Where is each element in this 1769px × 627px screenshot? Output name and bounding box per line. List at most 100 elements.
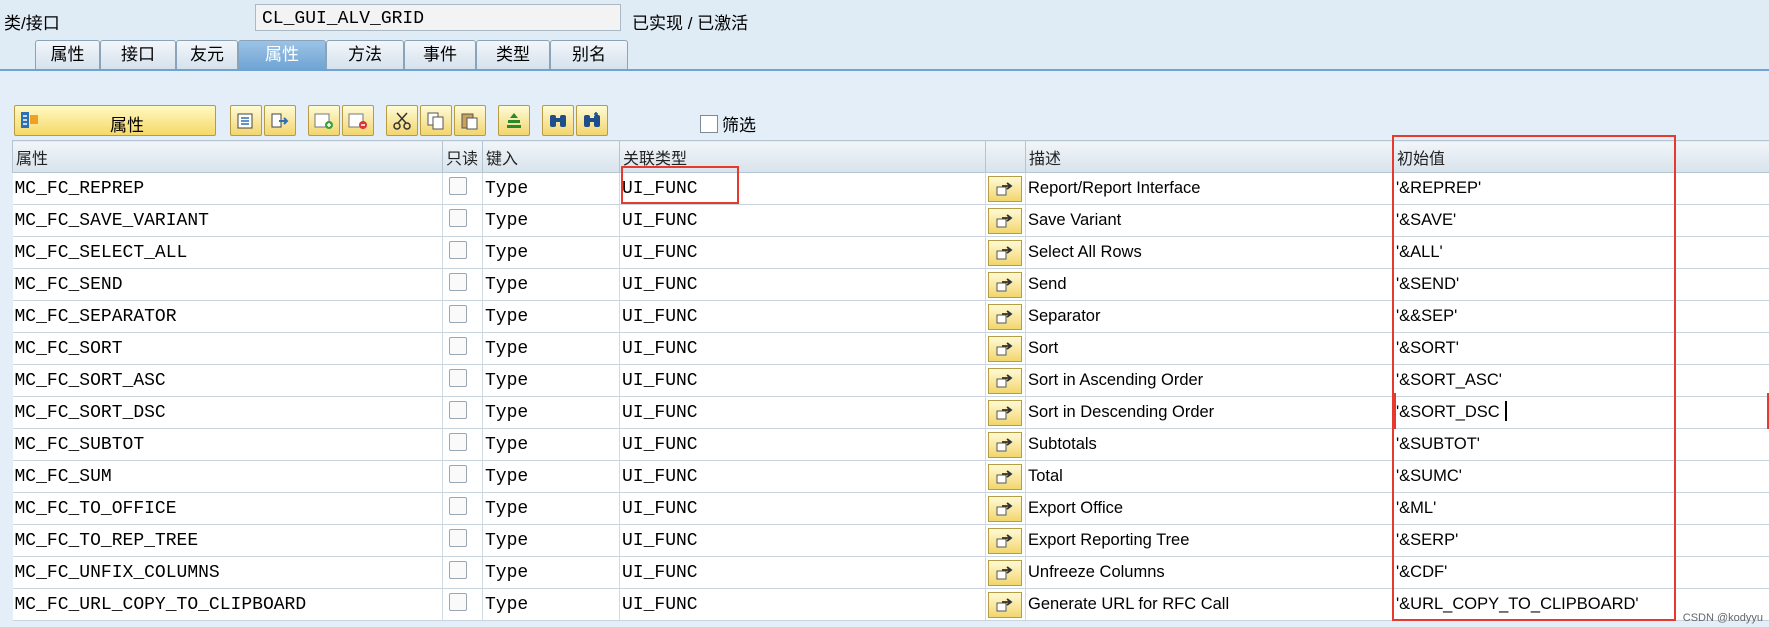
description-cell[interactable]: Send bbox=[1025, 268, 1394, 301]
readonly-checkbox[interactable] bbox=[449, 433, 467, 451]
attribute-name-cell[interactable]: MC_FC_TO_REP_TREE bbox=[12, 524, 443, 557]
paste-button[interactable] bbox=[454, 105, 486, 136]
delete-row-button[interactable] bbox=[342, 105, 374, 136]
attribute-name-cell[interactable]: MC_FC_SELECT_ALL bbox=[12, 236, 443, 269]
navigate-arrow-button[interactable] bbox=[988, 207, 1022, 234]
readonly-cell[interactable] bbox=[442, 332, 483, 365]
readonly-checkbox[interactable] bbox=[449, 305, 467, 323]
associated-type-cell[interactable]: UI_FUNC bbox=[619, 524, 986, 557]
typing-cell[interactable]: Type bbox=[482, 588, 620, 621]
typing-cell[interactable]: Type bbox=[482, 300, 620, 333]
find-next-button[interactable] bbox=[576, 105, 608, 136]
typing-cell[interactable]: Type bbox=[482, 204, 620, 237]
description-cell[interactable]: Sort bbox=[1025, 332, 1394, 365]
attribute-name-cell[interactable]: MC_FC_SORT_DSC bbox=[12, 396, 443, 429]
associated-type-cell[interactable]: UI_FUNC bbox=[619, 364, 986, 397]
readonly-cell[interactable] bbox=[442, 460, 483, 493]
readonly-checkbox[interactable] bbox=[449, 177, 467, 195]
description-cell[interactable]: Report/Report Interface bbox=[1025, 172, 1394, 205]
attribute-name-cell[interactable]: MC_FC_SEND bbox=[12, 268, 443, 301]
description-cell[interactable]: Export Office bbox=[1025, 492, 1394, 525]
readonly-checkbox[interactable] bbox=[449, 497, 467, 515]
typing-cell[interactable]: Type bbox=[482, 428, 620, 461]
associated-type-cell[interactable]: UI_FUNC bbox=[619, 428, 986, 461]
navigate-arrow-button[interactable] bbox=[988, 335, 1022, 362]
readonly-checkbox[interactable] bbox=[449, 273, 467, 291]
tab-interfaces[interactable]: 接口 bbox=[100, 40, 176, 70]
class-name-field[interactable]: CL_GUI_ALV_GRID bbox=[255, 4, 621, 31]
description-cell[interactable]: Total bbox=[1025, 460, 1394, 493]
navigate-arrow-button[interactable] bbox=[988, 399, 1022, 426]
associated-type-cell[interactable]: UI_FUNC bbox=[619, 556, 986, 589]
tab-attributes[interactable]: 属性 bbox=[238, 40, 326, 70]
tab-events[interactable]: 事件 bbox=[404, 40, 476, 70]
readonly-checkbox[interactable] bbox=[449, 529, 467, 547]
detail-view-button[interactable] bbox=[230, 105, 262, 136]
navigate-arrow-button[interactable] bbox=[988, 463, 1022, 490]
navigate-arrow-button[interactable] bbox=[988, 271, 1022, 298]
filter-toggle[interactable]: 筛选 bbox=[700, 111, 756, 136]
navigate-arrow-button[interactable] bbox=[988, 239, 1022, 266]
associated-type-cell[interactable]: UI_FUNC bbox=[619, 332, 986, 365]
attribute-name-cell[interactable]: MC_FC_REPREP bbox=[12, 172, 443, 205]
readonly-checkbox[interactable] bbox=[449, 241, 467, 259]
navigate-arrow-button[interactable] bbox=[988, 495, 1022, 522]
typing-cell[interactable]: Type bbox=[482, 524, 620, 557]
typing-cell[interactable]: Type bbox=[482, 492, 620, 525]
navigate-arrow-button[interactable] bbox=[988, 527, 1022, 554]
tab-properties[interactable]: 属性 bbox=[35, 40, 100, 70]
attribute-name-cell[interactable]: MC_FC_SORT bbox=[12, 332, 443, 365]
readonly-checkbox[interactable] bbox=[449, 369, 467, 387]
typing-cell[interactable]: Type bbox=[482, 556, 620, 589]
attribute-name-cell[interactable]: MC_FC_SEPARATOR bbox=[12, 300, 443, 333]
attribute-name-cell[interactable]: MC_FC_SAVE_VARIANT bbox=[12, 204, 443, 237]
readonly-checkbox[interactable] bbox=[449, 337, 467, 355]
readonly-cell[interactable] bbox=[442, 492, 483, 525]
tab-types[interactable]: 类型 bbox=[476, 40, 550, 70]
description-cell[interactable]: Subtotals bbox=[1025, 428, 1394, 461]
navigate-arrow-button[interactable] bbox=[988, 303, 1022, 330]
readonly-cell[interactable] bbox=[442, 428, 483, 461]
typing-cell[interactable]: Type bbox=[482, 460, 620, 493]
tab-friends[interactable]: 友元 bbox=[176, 40, 238, 70]
navigate-arrow-button[interactable] bbox=[988, 591, 1022, 618]
tab-methods[interactable]: 方法 bbox=[326, 40, 404, 70]
description-cell[interactable]: Export Reporting Tree bbox=[1025, 524, 1394, 557]
navigate-arrow-button[interactable] bbox=[988, 559, 1022, 586]
readonly-cell[interactable] bbox=[442, 236, 483, 269]
readonly-cell[interactable] bbox=[442, 588, 483, 621]
readonly-cell[interactable] bbox=[442, 300, 483, 333]
typing-cell[interactable]: Type bbox=[482, 172, 620, 205]
associated-type-cell[interactable]: UI_FUNC bbox=[619, 268, 986, 301]
navigate-arrow-button[interactable] bbox=[988, 431, 1022, 458]
cut-button[interactable] bbox=[386, 105, 418, 136]
associated-type-cell[interactable]: UI_FUNC bbox=[619, 492, 986, 525]
typing-cell[interactable]: Type bbox=[482, 236, 620, 269]
associated-type-cell[interactable]: UI_FUNC bbox=[619, 204, 986, 237]
readonly-checkbox[interactable] bbox=[449, 209, 467, 227]
insert-row-button[interactable] bbox=[308, 105, 340, 136]
readonly-checkbox[interactable] bbox=[449, 465, 467, 483]
filter-checkbox[interactable] bbox=[700, 115, 718, 133]
description-cell[interactable]: Sort in Ascending Order bbox=[1025, 364, 1394, 397]
typing-cell[interactable]: Type bbox=[482, 364, 620, 397]
attribute-name-cell[interactable]: MC_FC_SORT_ASC bbox=[12, 364, 443, 397]
description-cell[interactable]: Separator bbox=[1025, 300, 1394, 333]
associated-type-cell[interactable]: UI_FUNC bbox=[619, 300, 986, 333]
attributes-button[interactable]: 属性 bbox=[14, 105, 216, 136]
attribute-name-cell[interactable]: MC_FC_URL_COPY_TO_CLIPBOARD bbox=[12, 588, 443, 621]
readonly-cell[interactable] bbox=[442, 268, 483, 301]
attribute-name-cell[interactable]: MC_FC_SUM bbox=[12, 460, 443, 493]
column-header-typing[interactable]: 键入 bbox=[482, 140, 620, 173]
readonly-cell[interactable] bbox=[442, 556, 483, 589]
attribute-name-cell[interactable]: MC_FC_TO_OFFICE bbox=[12, 492, 443, 525]
typing-cell[interactable]: Type bbox=[482, 396, 620, 429]
associated-type-cell[interactable]: UI_FUNC bbox=[619, 588, 986, 621]
description-cell[interactable]: Sort in Descending Order bbox=[1025, 396, 1394, 429]
readonly-cell[interactable] bbox=[442, 172, 483, 205]
attribute-name-cell[interactable]: MC_FC_SUBTOT bbox=[12, 428, 443, 461]
associated-type-cell[interactable]: UI_FUNC bbox=[619, 396, 986, 429]
readonly-cell[interactable] bbox=[442, 396, 483, 429]
tab-aliases[interactable]: 别名 bbox=[550, 40, 628, 70]
associated-type-cell[interactable]: UI_FUNC bbox=[619, 236, 986, 269]
